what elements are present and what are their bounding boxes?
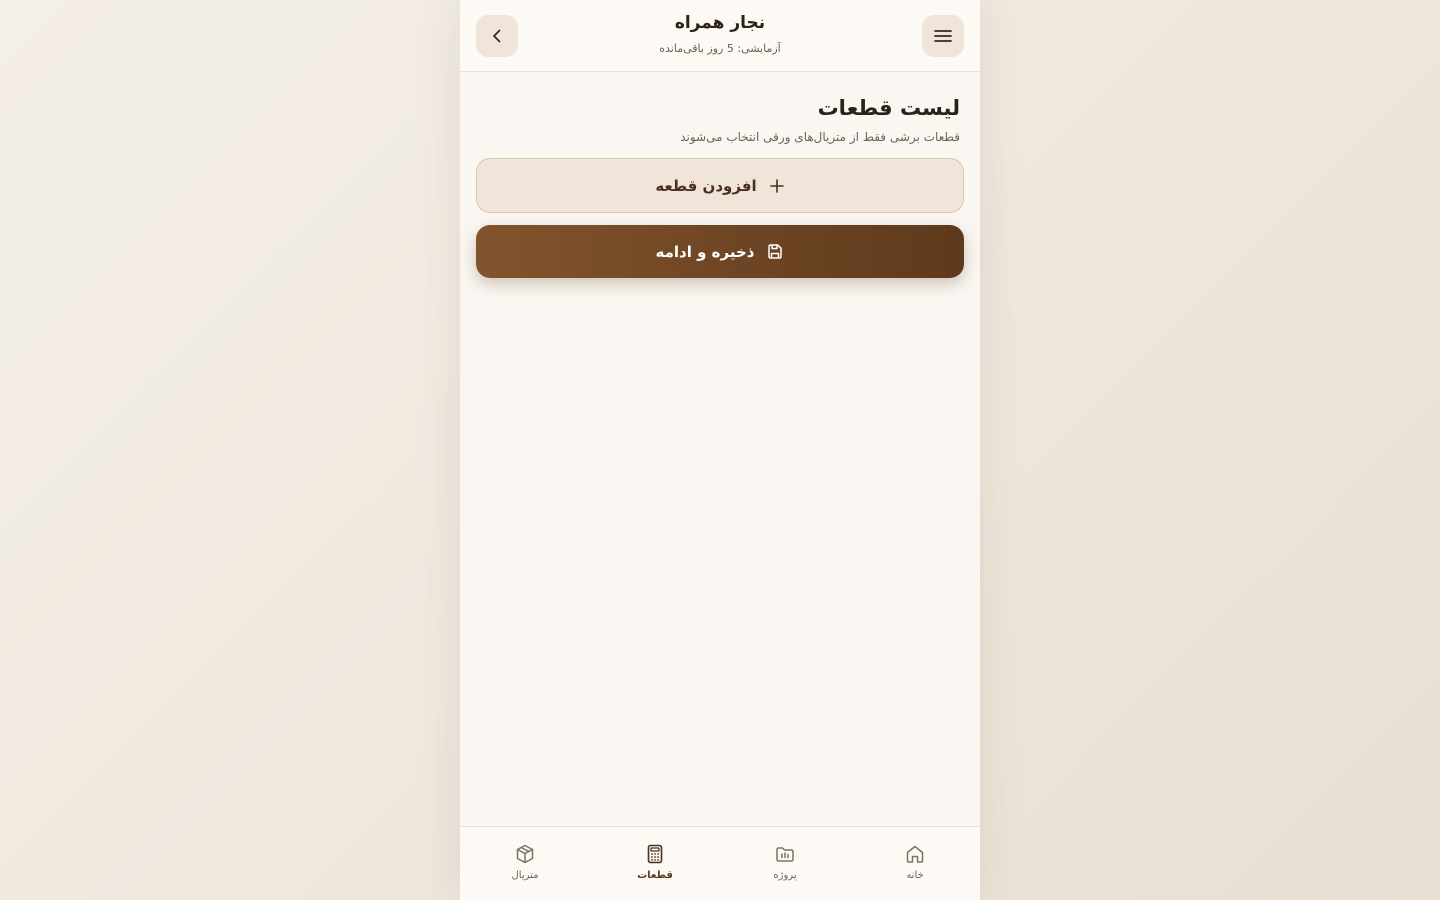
save-icon [766,243,784,261]
add-part-button[interactable]: افزودن قطعه [476,158,964,213]
save-continue-button[interactable]: ذخیره و ادامه [476,225,964,278]
main-content: لیست قطعات قطعات برشی فقط از متریال‌های … [476,72,964,278]
back-button[interactable] [476,15,518,57]
nav-label-materials: متریال [511,870,539,881]
project-icon [776,847,794,862]
nav-label-project: پروژه [773,870,797,881]
nav-item-project[interactable]: پروژه [720,827,850,900]
chevron-left-icon [493,29,501,43]
box-icon [516,844,534,864]
calculator-icon [647,844,663,864]
add-part-label: افزودن قطعه [655,176,757,195]
nav-item-home[interactable]: خانه [850,827,980,900]
page-subtitle: قطعات برشی فقط از متریال‌های ورقی انتخاب… [680,130,960,144]
nav-label-home: خانه [906,870,924,881]
page-title: لیست قطعات [817,96,960,120]
trial-status: آزمایشی: 5 روز باقی‌مانده [659,42,781,55]
home-icon [906,845,924,863]
top-bar: نجار همراه آزمایشی: 5 روز باقی‌مانده [460,0,980,72]
bottom-navigation: خانه پروژه قطعات متریال [460,826,980,900]
save-continue-label: ذخیره و ادامه [655,242,755,261]
nav-label-parts: قطعات [637,870,673,881]
app-window: نجار همراه آزمایشی: 5 روز باقی‌مانده لیس… [460,0,980,900]
app-title: نجار همراه [674,13,766,33]
nav-item-parts[interactable]: قطعات [590,827,720,900]
plus-icon [769,178,785,194]
nav-item-materials[interactable]: متریال [460,827,590,900]
